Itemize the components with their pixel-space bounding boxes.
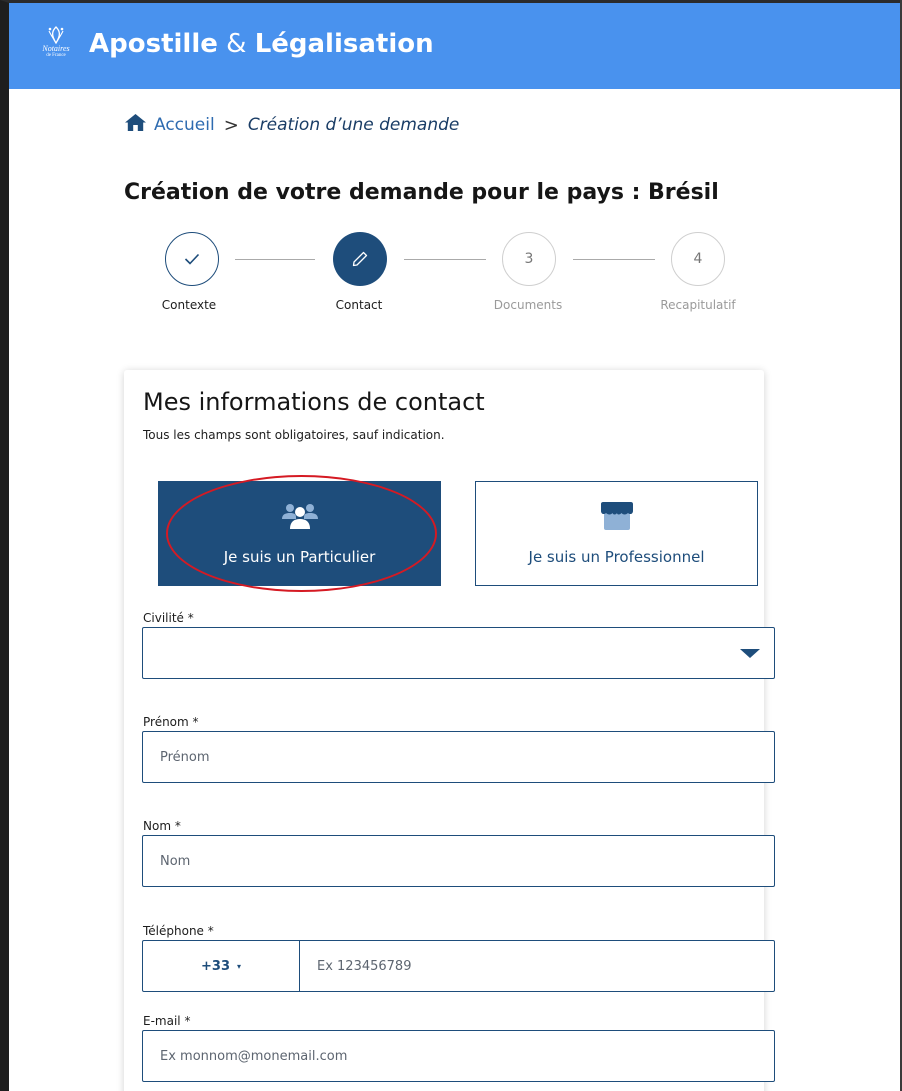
annotation-highlight-ellipse [166,475,437,592]
app-title-part2: Légalisation [254,29,434,59]
email-placeholder: Ex monnom@monemail.com [160,1048,348,1064]
step-2-contact[interactable] [333,232,387,286]
app-title[interactable]: Apostille & Légalisation [89,29,434,59]
country-code-value: +33 [201,958,230,974]
step-1-contexte[interactable] [165,232,219,286]
logo-subtext: de France [46,53,66,58]
breadcrumb: Accueil > Création d’une demande [125,114,459,136]
nom-label: Nom * [143,819,181,833]
pencil-icon [352,251,368,267]
telephone-label: Téléphone * [143,924,214,938]
step-3-label: Documents [493,298,563,312]
page-title: Création de votre demande pour le pays :… [124,180,719,205]
telephone-input[interactable]: Ex 123456789 [317,959,411,974]
email-label: E-mail * [143,1014,191,1028]
step-1-label: Contexte [161,298,217,312]
form-subtitle: Tous les champs sont obligatoires, sauf … [143,428,445,442]
email-input[interactable]: Ex monnom@monemail.com [142,1030,775,1082]
step-3-documents[interactable]: 3 [502,232,556,286]
breadcrumb-current: Création d’une demande [247,115,460,135]
shop-icon [600,501,634,530]
professionnel-button[interactable]: Je suis un Professionnel [475,481,758,586]
step-2-label: Contact [335,298,383,312]
chevron-down-icon: ▾ [236,961,241,971]
professionnel-label: Je suis un Professionnel [528,547,705,566]
step-4-number: 4 [693,251,703,267]
breadcrumb-separator: > [223,114,239,136]
app-title-amp: & [226,29,247,59]
step-connector [404,259,486,260]
logo-text: Notaires [42,44,70,53]
step-connector [235,259,315,260]
prenom-input[interactable]: Prénom [142,731,775,783]
notaires-emblem-icon [48,26,64,45]
app-title-part1: Apostille [89,29,218,59]
form-title: Mes informations de contact [143,388,485,416]
prenom-label: Prénom * [143,715,199,729]
app-header: Notaires de France Apostille & Légalisat… [9,3,900,89]
dropdown-caret-icon [740,649,760,658]
home-icon[interactable] [125,114,146,136]
breadcrumb-home-link[interactable]: Accueil [154,115,215,135]
prenom-placeholder: Prénom [160,749,210,765]
notaires-logo[interactable]: Notaires de France [33,25,79,71]
check-icon [184,253,200,265]
nom-placeholder: Nom [160,853,191,869]
telephone-field: +33 ▾ Ex 123456789 [142,940,775,992]
step-3-number: 3 [524,251,534,267]
step-4-recapitulatif[interactable]: 4 [671,232,725,286]
nom-input[interactable]: Nom [142,835,775,887]
step-connector [573,259,655,260]
step-4-label: Recapitulatif [660,298,736,312]
civilite-select[interactable] [142,627,775,679]
civilite-label: Civilité * [143,611,194,625]
country-code-select[interactable]: +33 ▾ [143,941,300,991]
